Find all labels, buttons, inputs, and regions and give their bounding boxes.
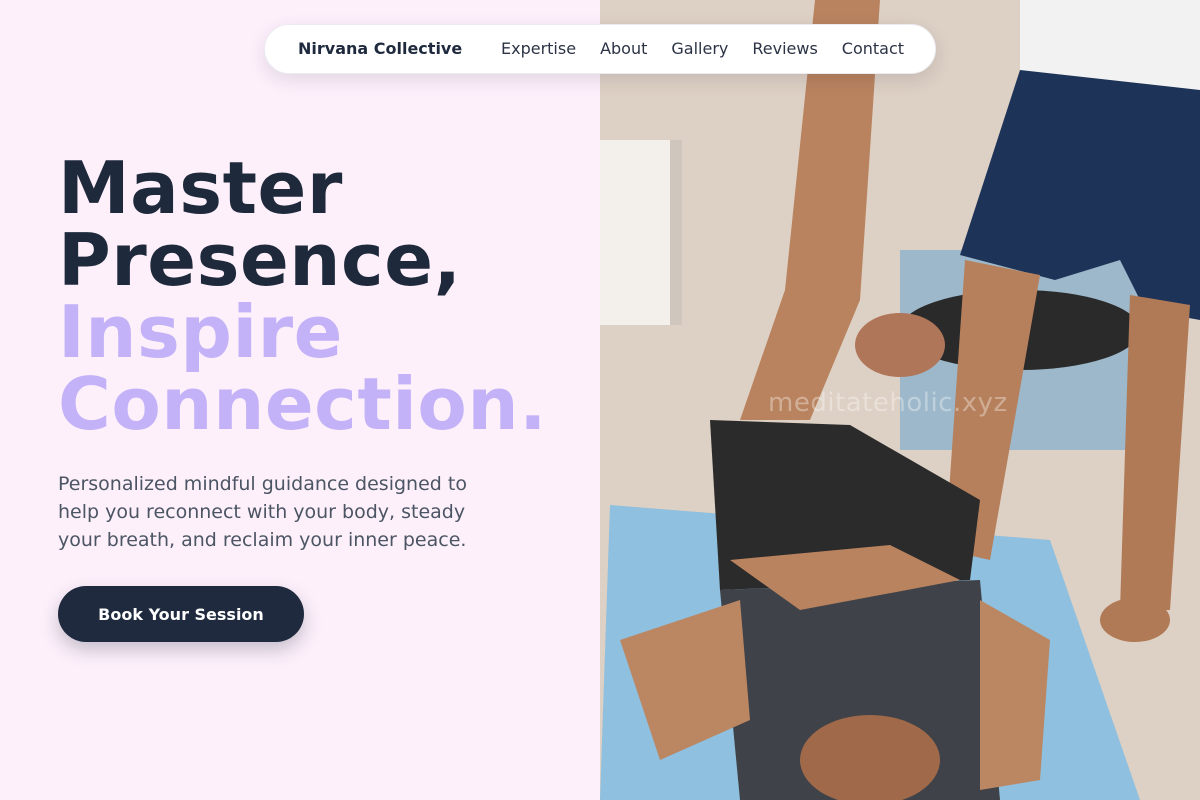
nav-link-expertise[interactable]: Expertise (501, 39, 576, 58)
brand-logo[interactable]: Nirvana Collective (298, 39, 462, 58)
book-session-button[interactable]: Book Your Session (58, 586, 304, 642)
headline-line-2: Presence, (58, 218, 462, 302)
nav-link-reviews[interactable]: Reviews (752, 39, 817, 58)
top-navigation: Nirvana Collective Expertise About Galle… (264, 24, 936, 74)
nav-link-gallery[interactable]: Gallery (671, 39, 728, 58)
photo-watermark: meditateholic.xyz (768, 388, 1008, 418)
hero-description: Personalized mindful guidance designed t… (58, 473, 467, 551)
headline-line-1: Master (58, 146, 343, 230)
hero-headline: Master Presence, Inspire Connection. (58, 152, 547, 440)
nav-links: Expertise About Gallery Reviews Contact (501, 39, 904, 58)
nav-link-contact[interactable]: Contact (842, 39, 904, 58)
nav-link-about[interactable]: About (600, 39, 647, 58)
headline-line-4: Connection. (58, 362, 548, 446)
headline-line-3: Inspire (58, 290, 343, 374)
